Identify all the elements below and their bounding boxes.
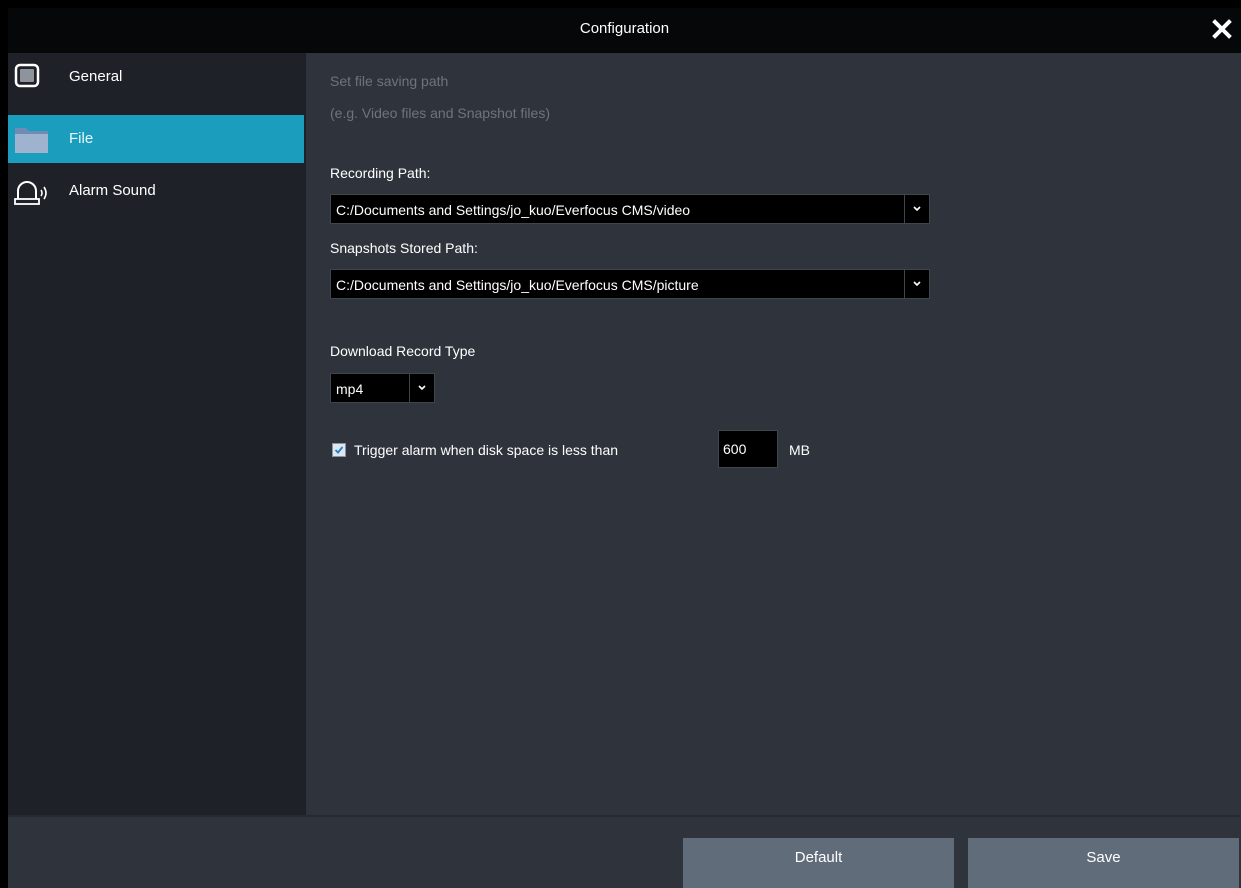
recording-path-select[interactable]: C:/Documents and Settings/jo_kuo/Everfoc…: [330, 194, 930, 224]
sidebar-item-file[interactable]: File: [8, 115, 304, 163]
disk-alarm-label: Trigger alarm when disk space is less th…: [354, 442, 619, 458]
download-record-type-label: Download Record Type: [330, 343, 476, 359]
path-hint-title: Set file saving path: [330, 73, 449, 89]
checkmark-icon: [334, 446, 344, 454]
alarm-bell-icon: [14, 181, 47, 205]
monitor-icon: [14, 63, 40, 88]
download-record-type-value: mp4: [336, 381, 364, 397]
close-icon: [1212, 19, 1232, 39]
chevron-down-icon[interactable]: [409, 374, 434, 402]
window-title: Configuration: [579, 20, 670, 37]
chevron-down-icon[interactable]: [904, 270, 929, 298]
sidebar-item-label: Alarm Sound: [69, 182, 156, 199]
save-button[interactable]: Save: [968, 838, 1239, 888]
snapshot-path-select[interactable]: C:/Documents and Settings/jo_kuo/Everfoc…: [330, 269, 930, 299]
close-button[interactable]: [1207, 14, 1237, 44]
disk-alarm-checkbox[interactable]: [332, 443, 346, 457]
file-settings-panel: Set file saving path (e.g. Video files a…: [306, 53, 1241, 815]
disk-space-unit: MB: [789, 442, 810, 458]
sidebar: General File Alarm Sound: [8, 53, 306, 815]
default-button[interactable]: Default: [683, 838, 954, 888]
configuration-window: Configuration General File Alarm Sound S…: [8, 8, 1241, 888]
snapshot-path-value: C:/Documents and Settings/jo_kuo/Everfoc…: [336, 277, 699, 293]
download-record-type-select[interactable]: mp4: [330, 373, 435, 403]
sidebar-item-label: File: [69, 130, 94, 147]
sidebar-item-general[interactable]: General: [8, 53, 304, 101]
footer-divider: [8, 815, 1241, 817]
disk-space-threshold-input[interactable]: [718, 430, 778, 468]
chevron-down-icon[interactable]: [904, 195, 929, 223]
folder-icon: [15, 128, 48, 153]
snapshot-path-label: Snapshots Stored Path:: [330, 240, 478, 256]
sidebar-item-label: General: [69, 68, 123, 85]
recording-path-value: C:/Documents and Settings/jo_kuo/Everfoc…: [336, 202, 691, 218]
title-bar: Configuration: [8, 8, 1241, 53]
path-hint-example: (e.g. Video files and Snapshot files): [330, 105, 550, 121]
sidebar-item-alarm-sound[interactable]: Alarm Sound: [8, 167, 304, 215]
recording-path-label: Recording Path:: [330, 165, 431, 181]
